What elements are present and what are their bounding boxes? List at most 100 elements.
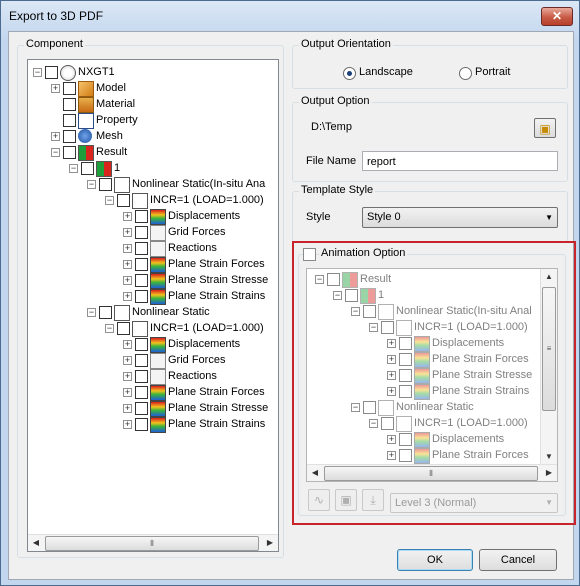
collapse-icon[interactable]: − xyxy=(105,324,114,333)
scroll-up-icon[interactable]: ▲ xyxy=(541,269,557,285)
animation-tree-node[interactable]: − Nonlinear Static(In-situ Anal xyxy=(307,303,557,320)
expand-icon[interactable]: + xyxy=(387,451,396,460)
animation-tree-node[interactable]: + Displacements xyxy=(307,431,557,448)
component-tree-node[interactable]: + Displacements xyxy=(28,336,278,353)
animation-tree-node[interactable]: + Displacements xyxy=(307,335,557,352)
scroll-down-icon[interactable]: ▼ xyxy=(541,449,557,465)
animation-tree-node[interactable]: − Nonlinear Static xyxy=(307,399,557,416)
animation-tree[interactable]: − Result −1− Nonlinear Static(In-situ Anal −… xyxy=(306,268,558,482)
component-tree-node[interactable]: Material xyxy=(28,96,278,113)
expand-icon[interactable]: + xyxy=(387,387,396,396)
component-tree-node-checkbox[interactable] xyxy=(135,226,148,239)
expand-icon[interactable]: + xyxy=(123,404,132,413)
component-tree-node[interactable]: − Nonlinear Static(In-situ Ana xyxy=(28,176,278,193)
title-bar[interactable]: Export to 3D PDF ✕ xyxy=(1,1,579,31)
component-hscrollbar[interactable]: ◀ ⦀ ▶ xyxy=(28,534,278,551)
collapse-icon[interactable]: − xyxy=(315,275,324,284)
expand-icon[interactable]: + xyxy=(123,244,132,253)
ok-button[interactable]: OK xyxy=(397,549,473,571)
collapse-icon[interactable]: − xyxy=(33,68,42,77)
component-tree-node-checkbox[interactable] xyxy=(117,194,130,207)
animation-tree-node[interactable]: + Plane Strain Strains xyxy=(307,383,557,400)
style-select[interactable]: Style 0 ▼ xyxy=(362,207,558,228)
collapse-icon[interactable]: − xyxy=(105,196,114,205)
scroll-left-icon[interactable]: ◀ xyxy=(307,465,323,481)
animation-vscroll-thumb[interactable]: ≡ xyxy=(542,287,556,411)
expand-icon[interactable]: + xyxy=(123,356,132,365)
expand-icon[interactable]: + xyxy=(123,276,132,285)
component-tree-node-checkbox[interactable] xyxy=(135,338,148,351)
expand-icon[interactable]: + xyxy=(123,420,132,429)
component-tree-node-checkbox[interactable] xyxy=(135,242,148,255)
expand-icon[interactable]: + xyxy=(51,84,60,93)
expand-icon[interactable]: + xyxy=(123,212,132,221)
collapse-icon[interactable]: − xyxy=(51,148,60,157)
animation-level-select[interactable]: Level 3 (Normal) ▼ xyxy=(390,493,558,513)
animation-tree-node-checkbox[interactable] xyxy=(381,417,394,430)
portrait-radio[interactable] xyxy=(459,67,472,80)
component-tree-node[interactable]: + Plane Strain Forces xyxy=(28,256,278,273)
animation-tree-node[interactable]: − INCR=1 (LOAD=1.000) xyxy=(307,415,557,432)
component-tree-node-checkbox[interactable] xyxy=(135,386,148,399)
animation-tree-node[interactable]: −1 xyxy=(307,287,557,304)
animation-record-button[interactable]: ▣ xyxy=(335,489,357,511)
component-tree-node[interactable]: + Displacements xyxy=(28,208,278,225)
animation-export-button[interactable]: ⤓ xyxy=(362,489,384,511)
component-tree-node[interactable]: − Result xyxy=(28,144,278,161)
animation-tree-node[interactable]: + Plane Strain Forces xyxy=(307,447,557,464)
collapse-icon[interactable]: − xyxy=(87,308,96,317)
component-tree-node-checkbox[interactable] xyxy=(135,418,148,431)
component-tree-node-checkbox[interactable] xyxy=(63,82,76,95)
expand-icon[interactable]: + xyxy=(123,292,132,301)
animation-option-checkbox[interactable] xyxy=(303,248,316,261)
animation-hscrollbar[interactable]: ◀ ⦀ ▶ xyxy=(307,464,557,481)
collapse-icon[interactable]: − xyxy=(369,419,378,428)
animation-tree-node-checkbox[interactable] xyxy=(399,433,412,446)
animation-tree-node-checkbox[interactable] xyxy=(327,273,340,286)
component-tree-node-checkbox[interactable] xyxy=(45,66,58,79)
collapse-icon[interactable]: − xyxy=(351,403,360,412)
collapse-icon[interactable]: − xyxy=(351,307,360,316)
component-tree-node[interactable]: + Reactions xyxy=(28,240,278,257)
component-tree-node[interactable]: + Plane Strain Strains xyxy=(28,416,278,433)
component-tree-node-checkbox[interactable] xyxy=(135,274,148,287)
component-hscroll-thumb[interactable]: ⦀ xyxy=(45,536,259,551)
animation-vscrollbar[interactable]: ▲ ≡ ▼ xyxy=(540,269,557,465)
component-tree-node[interactable]: −1 xyxy=(28,160,278,177)
component-tree-node[interactable]: + Plane Strain Strains xyxy=(28,288,278,305)
component-tree-node[interactable]: + Mesh xyxy=(28,128,278,144)
scroll-right-icon[interactable]: ▶ xyxy=(262,535,278,551)
component-tree-node-checkbox[interactable] xyxy=(135,258,148,271)
animation-tree-node-checkbox[interactable] xyxy=(381,321,394,334)
animation-hscroll-thumb[interactable]: ⦀ xyxy=(324,466,538,481)
component-tree-node[interactable]: − NXGT1 xyxy=(28,64,278,81)
animation-tree-node[interactable]: + Plane Strain Forces xyxy=(307,351,557,368)
animation-tree-node-checkbox[interactable] xyxy=(399,337,412,350)
collapse-icon[interactable]: − xyxy=(69,164,78,173)
component-tree-node[interactable]: + Plane Strain Forces xyxy=(28,384,278,401)
component-tree-node[interactable]: + Grid Forces xyxy=(28,224,278,241)
expand-icon[interactable]: + xyxy=(387,339,396,348)
component-tree-node-checkbox[interactable] xyxy=(63,130,76,143)
component-tree-node[interactable]: + Reactions xyxy=(28,368,278,385)
expand-icon[interactable]: + xyxy=(123,340,132,349)
landscape-radio[interactable] xyxy=(343,67,356,80)
expand-icon[interactable]: + xyxy=(387,435,396,444)
animation-tree-node-checkbox[interactable] xyxy=(363,305,376,318)
collapse-icon[interactable]: − xyxy=(333,291,342,300)
component-tree-node-checkbox[interactable] xyxy=(135,210,148,223)
animation-tree-node-checkbox[interactable] xyxy=(345,289,358,302)
close-button[interactable]: ✕ xyxy=(541,7,573,26)
animation-wave-button[interactable]: ∿ xyxy=(308,489,330,511)
animation-tree-node[interactable]: − INCR=1 (LOAD=1.000) xyxy=(307,319,557,336)
expand-icon[interactable]: + xyxy=(123,388,132,397)
component-tree[interactable]: − NXGT1 + Model Material Property + Mesh − Result… xyxy=(27,59,279,552)
output-folder-field[interactable]: D:\Temp xyxy=(307,117,531,137)
component-tree-node[interactable]: + Plane Strain Stresse xyxy=(28,400,278,417)
component-tree-node-checkbox[interactable] xyxy=(117,322,130,335)
animation-tree-node[interactable]: − Result xyxy=(307,271,557,288)
cancel-button[interactable]: Cancel xyxy=(479,549,557,571)
animation-tree-node-checkbox[interactable] xyxy=(399,353,412,366)
animation-tree-node-checkbox[interactable] xyxy=(399,449,412,462)
component-tree-node-checkbox[interactable] xyxy=(135,402,148,415)
